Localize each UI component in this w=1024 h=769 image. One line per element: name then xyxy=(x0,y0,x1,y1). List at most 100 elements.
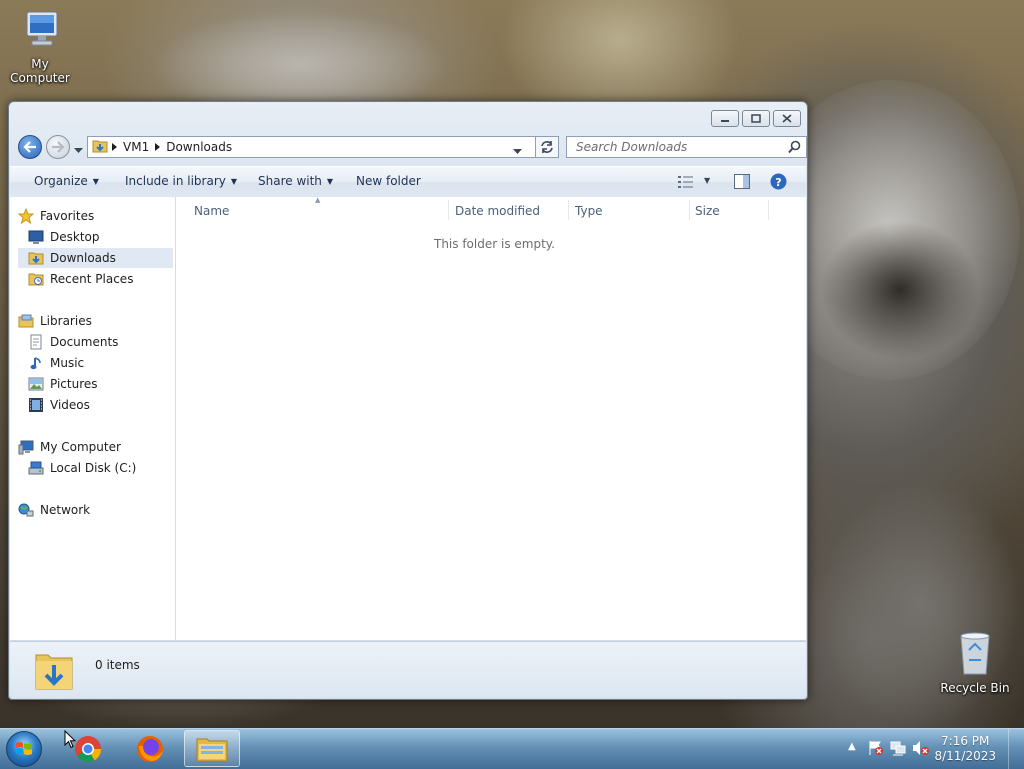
hard-drive-icon xyxy=(28,461,44,475)
breadcrumb-item[interactable]: VM1 xyxy=(123,140,149,154)
show-hidden-icons-button[interactable]: ▲ xyxy=(848,741,856,752)
desktop-icon xyxy=(28,230,44,244)
share-with-button[interactable]: Share with ▼ xyxy=(258,174,333,188)
address-history-dropdown[interactable] xyxy=(513,144,522,158)
desktop-icon-label: My Computer xyxy=(10,57,70,85)
taskbar-explorer[interactable] xyxy=(184,730,240,767)
nav-label: Pictures xyxy=(50,377,98,391)
network-status-icon[interactable] xyxy=(890,740,906,759)
new-folder-button[interactable]: New folder xyxy=(356,174,421,188)
details-view-icon xyxy=(678,176,693,188)
restore-icon xyxy=(751,114,761,123)
chevron-down-icon[interactable]: ▼ xyxy=(704,176,710,185)
firefox-icon xyxy=(137,735,163,762)
nav-videos[interactable]: Videos xyxy=(28,395,173,415)
back-button[interactable] xyxy=(18,135,42,159)
nav-documents[interactable]: Documents xyxy=(28,332,173,352)
column-divider[interactable] xyxy=(448,200,449,220)
column-header-name[interactable]: Name xyxy=(194,202,229,220)
recent-places-icon xyxy=(28,273,44,286)
desktop-icon-label: Recycle Bin xyxy=(940,681,1010,695)
nav-libraries[interactable]: Libraries xyxy=(18,311,173,331)
column-divider[interactable] xyxy=(768,200,769,220)
refresh-icon xyxy=(541,141,553,153)
search-input[interactable] xyxy=(574,139,783,155)
desktop-icon-my-computer[interactable]: My Computer xyxy=(0,8,80,85)
column-divider[interactable] xyxy=(689,200,690,220)
search-icon[interactable] xyxy=(788,140,801,157)
music-note-icon xyxy=(30,357,41,370)
back-arrow-icon xyxy=(23,141,36,153)
documents-icon xyxy=(30,334,42,350)
show-desktop-button[interactable] xyxy=(1008,729,1024,769)
include-in-library-label: Include in library xyxy=(125,174,226,188)
action-center-icon[interactable] xyxy=(868,740,884,759)
nav-pictures[interactable]: Pictures xyxy=(28,374,173,394)
explorer-icon xyxy=(196,738,228,761)
nav-label: My Computer xyxy=(40,440,121,454)
nav-recent-places[interactable]: Recent Places xyxy=(28,269,173,289)
view-options-button[interactable] xyxy=(678,175,694,192)
include-in-library-button[interactable]: Include in library ▼ xyxy=(125,174,237,188)
preview-pane-button[interactable] xyxy=(734,174,750,192)
search-box[interactable] xyxy=(566,136,807,158)
sort-ascending-icon: ▲ xyxy=(315,196,321,204)
forward-arrow-icon xyxy=(52,141,65,153)
nav-desktop[interactable]: Desktop xyxy=(28,227,173,247)
column-header-date-modified[interactable]: Date modified xyxy=(455,202,540,220)
chevron-down-icon: ▼ xyxy=(326,177,334,186)
volume-muted-icon[interactable] xyxy=(912,740,930,759)
nav-local-disk[interactable]: Local Disk (C:) xyxy=(28,458,173,478)
maximize-button[interactable] xyxy=(742,110,770,127)
star-icon xyxy=(18,208,34,224)
system-tray: ▲ 7:16 PM 8/11/2023 xyxy=(834,729,1024,769)
nav-label: Recent Places xyxy=(50,272,134,286)
close-button[interactable] xyxy=(773,110,801,127)
chevron-down-icon xyxy=(513,149,522,154)
organize-menu-button[interactable]: Organize ▼ xyxy=(34,174,99,188)
minimize-button[interactable] xyxy=(711,110,739,127)
start-button[interactable] xyxy=(6,731,42,767)
breadcrumb-separator-icon xyxy=(155,140,161,154)
content-area: Favorites Desktop Downloads Recent Place… xyxy=(10,196,806,640)
item-count: 0 items xyxy=(95,658,140,672)
chrome-icon xyxy=(75,735,102,762)
clock-time: 7:16 PM xyxy=(941,734,990,748)
nav-label: Local Disk (C:) xyxy=(50,461,137,475)
breadcrumb-item[interactable]: Downloads xyxy=(166,140,232,154)
nav-downloads[interactable]: Downloads xyxy=(18,248,173,268)
recent-pages-dropdown[interactable] xyxy=(74,143,83,157)
desktop-icon-recycle-bin[interactable]: Recycle Bin xyxy=(935,630,1015,695)
empty-folder-message: This folder is empty. xyxy=(434,237,555,251)
address-row: VM1 Downloads xyxy=(17,135,807,161)
column-header-type[interactable]: Type xyxy=(575,202,603,220)
command-bar: Organize ▼ Include in library ▼ Share with… xyxy=(10,166,806,198)
forward-button[interactable] xyxy=(46,135,70,159)
organize-label: Organize xyxy=(34,174,88,188)
downloads-folder-icon xyxy=(28,252,44,265)
nav-label: Documents xyxy=(50,335,119,349)
nav-favorites[interactable]: Favorites xyxy=(18,206,173,226)
share-with-label: Share with xyxy=(258,174,322,188)
taskbar-firefox[interactable] xyxy=(122,730,178,767)
nav-my-computer[interactable]: My Computer xyxy=(18,437,173,457)
address-bar[interactable]: VM1 Downloads xyxy=(87,136,551,158)
help-icon: ? xyxy=(770,173,787,190)
libraries-icon xyxy=(18,314,34,328)
chevron-down-icon xyxy=(74,148,83,153)
details-pane: 0 items xyxy=(10,641,806,698)
mouse-cursor-icon xyxy=(64,729,77,752)
nav-music[interactable]: Music xyxy=(28,353,173,373)
refresh-button[interactable] xyxy=(535,136,559,158)
folder-download-icon xyxy=(92,138,108,157)
breadcrumb-separator-icon xyxy=(112,140,117,154)
column-divider[interactable] xyxy=(568,200,569,220)
help-button[interactable]: ? xyxy=(770,173,787,193)
windows-logo-icon xyxy=(16,742,32,755)
nav-network[interactable]: Network xyxy=(18,500,173,520)
nav-label: Music xyxy=(50,356,85,370)
clock[interactable]: 7:16 PM 8/11/2023 xyxy=(934,734,996,764)
column-header-size[interactable]: Size xyxy=(695,202,720,220)
chevron-down-icon: ▼ xyxy=(230,177,238,186)
nav-label: Favorites xyxy=(40,209,95,223)
